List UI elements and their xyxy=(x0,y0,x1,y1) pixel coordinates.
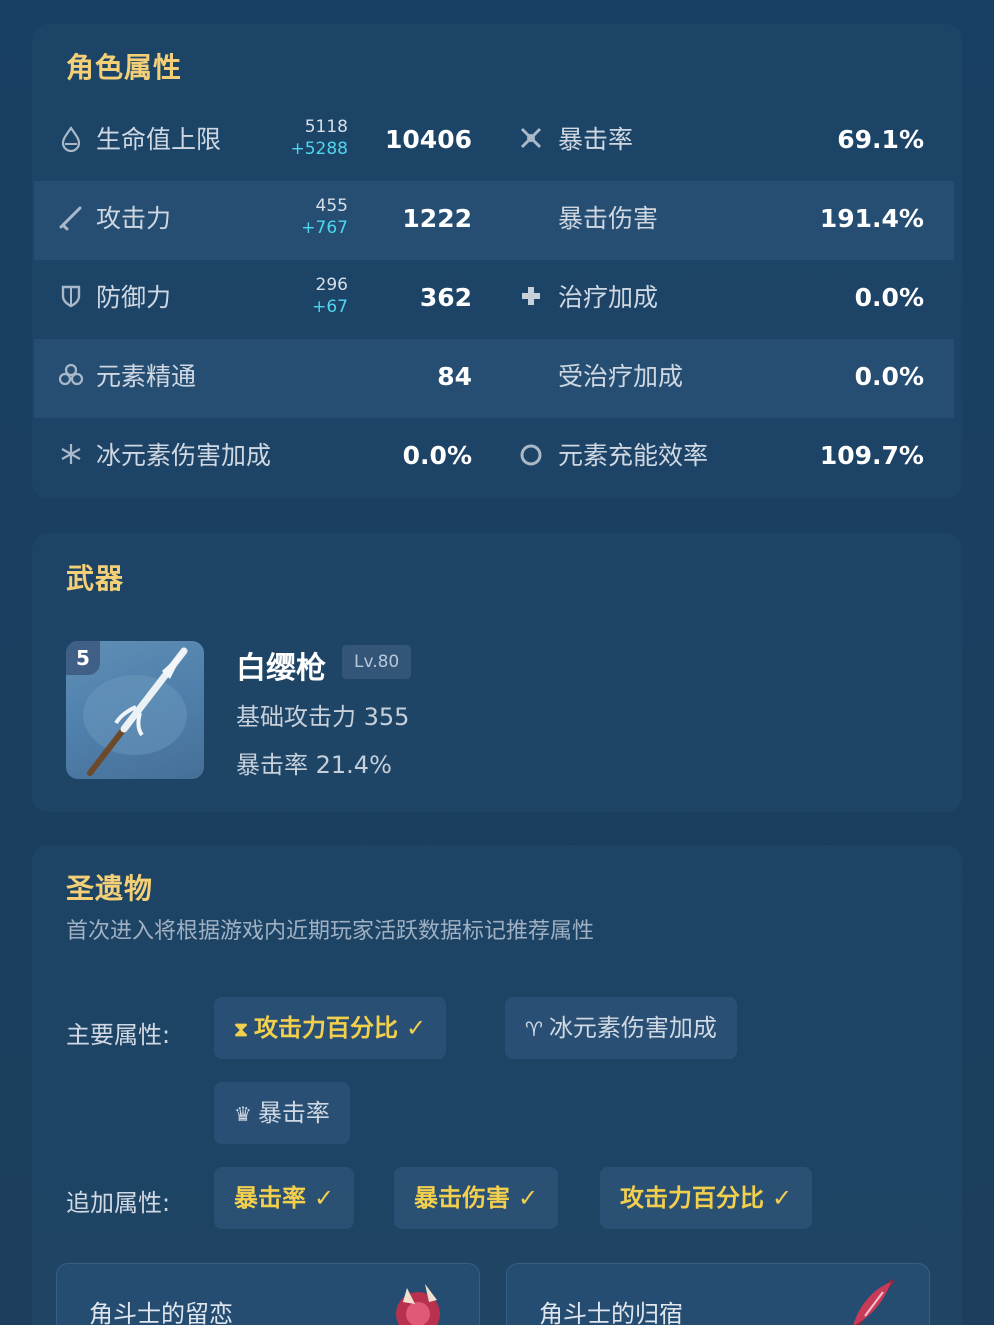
main-stat-chip-atk-percent[interactable]: ⧗ 攻击力百分比 ✓ xyxy=(214,997,447,1059)
weapon-name: 白缨枪 xyxy=(236,651,326,686)
stat-value: 69.1% xyxy=(837,125,924,154)
stat-value: 10406 xyxy=(385,125,472,154)
character-attributes-card: 角色属性 生命值上限 5118 +5288 10406 暴击率 69.1% 攻击… xyxy=(32,24,962,498)
feather-artifact-icon xyxy=(853,1278,895,1325)
hp-icon xyxy=(58,126,84,156)
stat-base-bonus: 5118 +5288 xyxy=(290,116,348,160)
stat-energy-recharge: 元素充能效率 109.7% xyxy=(494,418,954,497)
stat-def: 防御力 296 +67 362 xyxy=(34,260,494,339)
weapon-title: 武器 xyxy=(66,562,125,595)
stat-label: 防御力 xyxy=(96,283,172,312)
attr-row: 冰元素伤害加成 0.0% 元素充能效率 109.7% xyxy=(34,418,954,497)
stat-value: 191.4% xyxy=(819,204,924,233)
weapon-level-badge: Lv.80 xyxy=(342,645,412,679)
attr-row: 生命值上限 5118 +5288 10406 暴击率 69.1% xyxy=(34,102,954,181)
stat-hp: 生命值上限 5118 +5288 10406 xyxy=(34,102,494,181)
stat-bonus: +67 xyxy=(312,297,348,317)
stat-label: 暴击伤害 xyxy=(558,204,659,233)
elemental-mastery-icon xyxy=(58,363,84,393)
artifact-set-card[interactable]: 角斗士的归宿 xyxy=(506,1263,930,1325)
stat-label: 生命值上限 xyxy=(96,125,222,154)
artifact-set-card[interactable]: 角斗士的留恋 xyxy=(56,1263,480,1325)
crown-icon: ♛ xyxy=(234,1102,252,1126)
stat-incoming-healing: 受治疗加成 0.0% xyxy=(494,339,954,418)
goblet-icon: ♈ xyxy=(525,1017,543,1041)
stat-value: 362 xyxy=(419,283,472,312)
stat-label: 冰元素伤害加成 xyxy=(96,441,272,470)
stat-value: 109.7% xyxy=(819,441,924,470)
main-stat-chip-crit-rate[interactable]: ♛ 暴击率 xyxy=(214,1082,350,1144)
stat-bonus: +5288 xyxy=(290,139,348,159)
stat-base-bonus: 296 +67 xyxy=(312,274,348,318)
artifacts-title: 圣遗物 xyxy=(66,872,154,905)
chip-label: 攻击力百分比 xyxy=(254,1014,399,1042)
sub-stat-chip-atk-percent[interactable]: 攻击力百分比 ✓ xyxy=(600,1167,813,1229)
stat-base: 5118 xyxy=(304,117,348,137)
cryo-icon xyxy=(58,442,84,472)
weapon-card: 武器 5 白缨枪 Lv.80 基础攻击力 355 暴击率 21.4% xyxy=(32,533,962,812)
stat-label: 元素精通 xyxy=(96,362,197,391)
stat-crit-dmg: 暴击伤害 191.4% xyxy=(494,181,954,260)
check-icon: ✓ xyxy=(314,1184,335,1212)
artifacts-card: 圣遗物 首次进入将根据游戏内近期玩家活跃数据标记推荐属性 主要属性: ⧗ 攻击力百… xyxy=(32,845,962,1325)
attr-row: 防御力 296 +67 362 治疗加成 0.0% xyxy=(34,260,954,339)
stat-base: 296 xyxy=(315,275,348,295)
chip-label: 暴击率 xyxy=(257,1099,330,1127)
check-icon: ✓ xyxy=(518,1184,539,1212)
artifact-set-name: 角斗士的归宿 xyxy=(539,1300,683,1325)
chip-label: 暴击伤害 xyxy=(414,1184,510,1212)
stat-value: 0.0% xyxy=(854,362,924,391)
stat-value: 1222 xyxy=(402,204,472,233)
stat-elemental-mastery: 元素精通 84 xyxy=(34,339,494,418)
shield-icon xyxy=(58,284,84,314)
artifacts-subtitle: 首次进入将根据游戏内近期玩家活跃数据标记推荐属性 xyxy=(66,919,595,944)
flower-artifact-icon xyxy=(396,1284,440,1325)
crit-rate-icon xyxy=(518,126,544,156)
chip-label: 暴击率 xyxy=(234,1184,306,1212)
attr-row: 攻击力 455 +767 1222 暴击伤害 191.4% xyxy=(34,181,954,260)
stat-label: 元素充能效率 xyxy=(558,441,709,470)
stat-healing-bonus: 治疗加成 0.0% xyxy=(494,260,954,339)
stat-label: 攻击力 xyxy=(96,204,172,233)
check-icon: ✓ xyxy=(772,1184,793,1212)
sub-stat-chip-crit-dmg[interactable]: 暴击伤害 ✓ xyxy=(394,1167,559,1229)
sub-stat-chip-crit-rate[interactable]: 暴击率 ✓ xyxy=(214,1167,355,1229)
main-stat-chip-cryo-dmg[interactable]: ♈ 冰元素伤害加成 xyxy=(505,997,737,1059)
stat-crit-rate: 暴击率 69.1% xyxy=(494,102,954,181)
sword-icon xyxy=(58,205,84,235)
stat-bonus: +767 xyxy=(301,218,348,238)
stat-atk: 攻击力 455 +767 1222 xyxy=(34,181,494,260)
energy-recharge-icon xyxy=(518,442,544,472)
weapon-image[interactable]: 5 xyxy=(66,641,204,779)
weapon-base-atk: 基础攻击力 355 xyxy=(236,703,410,731)
hourglass-icon: ⧗ xyxy=(234,1017,249,1041)
check-icon: ✓ xyxy=(406,1014,427,1042)
stat-base-bonus: 455 +767 xyxy=(301,195,348,239)
attr-row: 元素精通 84 受治疗加成 0.0% xyxy=(34,339,954,418)
chip-label: 攻击力百分比 xyxy=(620,1184,764,1212)
stat-label: 治疗加成 xyxy=(558,283,659,312)
weapon-rarity-badge: 5 xyxy=(66,641,100,675)
stat-base: 455 xyxy=(315,196,348,216)
attributes-title: 角色属性 xyxy=(66,51,183,84)
stat-value: 0.0% xyxy=(854,283,924,312)
stat-cryo-dmg: 冰元素伤害加成 0.0% xyxy=(34,418,494,497)
stat-value: 84 xyxy=(437,362,472,391)
stat-label: 暴击率 xyxy=(558,125,634,154)
stat-label: 受治疗加成 xyxy=(558,362,684,391)
artifact-set-name: 角斗士的留恋 xyxy=(89,1300,233,1325)
chip-label: 冰元素伤害加成 xyxy=(548,1014,717,1042)
weapon-sub-stat: 暴击率 21.4% xyxy=(236,751,392,779)
sub-stats-label: 追加属性: xyxy=(66,1189,171,1217)
stat-value: 0.0% xyxy=(402,441,472,470)
main-stats-label: 主要属性: xyxy=(66,1021,171,1049)
healing-cross-icon xyxy=(518,284,544,314)
